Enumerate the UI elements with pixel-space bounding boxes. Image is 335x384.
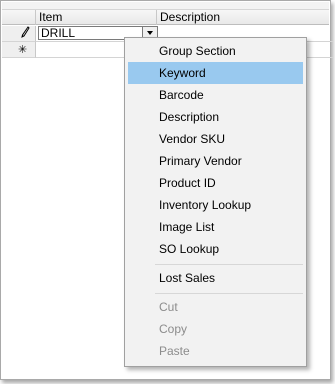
menu-separator: [155, 264, 303, 265]
menu-item-barcode[interactable]: Barcode: [128, 84, 303, 106]
asterisk-new-row-icon: ✳: [18, 44, 28, 56]
menu-separator: [155, 293, 303, 294]
grid-header-row: Item Description: [2, 9, 329, 25]
chevron-down-icon: [147, 31, 153, 35]
menu-item-vendor-sku[interactable]: Vendor SKU: [128, 128, 303, 150]
menu-item-inventory-lookup[interactable]: Inventory Lookup: [128, 194, 303, 216]
column-header-item[interactable]: Item: [36, 10, 157, 25]
menu-item-lost-sales[interactable]: Lost Sales: [128, 267, 303, 289]
row-selector[interactable]: [2, 26, 36, 42]
menu-item-primary-vendor[interactable]: Primary Vendor: [128, 150, 303, 172]
column-header-description[interactable]: Description: [157, 10, 333, 25]
header-row-selector: [2, 10, 36, 25]
pencil-icon: [21, 26, 30, 42]
menu-item-product-id[interactable]: Product ID: [128, 172, 303, 194]
menu-item-cut[interactable]: Cut: [128, 296, 303, 318]
item-combobox-value: DRILL: [41, 26, 76, 40]
menu-item-so-lookup[interactable]: SO Lookup: [128, 238, 303, 260]
menu-item-group-section[interactable]: Group Section: [128, 40, 303, 62]
menu-item-paste[interactable]: Paste: [128, 340, 303, 362]
menu-item-keyword[interactable]: Keyword: [128, 62, 303, 84]
grid-window: Item Description ✳ DRILL Group Section K…: [0, 0, 333, 380]
menu-item-description[interactable]: Description: [128, 106, 303, 128]
menu-item-image-list[interactable]: Image List: [128, 216, 303, 238]
menu-item-copy[interactable]: Copy: [128, 318, 303, 340]
row-selector-new[interactable]: ✳: [2, 42, 36, 58]
grid-top-strip: [2, 2, 329, 9]
context-menu: Group Section Keyword Barcode Descriptio…: [124, 37, 307, 367]
